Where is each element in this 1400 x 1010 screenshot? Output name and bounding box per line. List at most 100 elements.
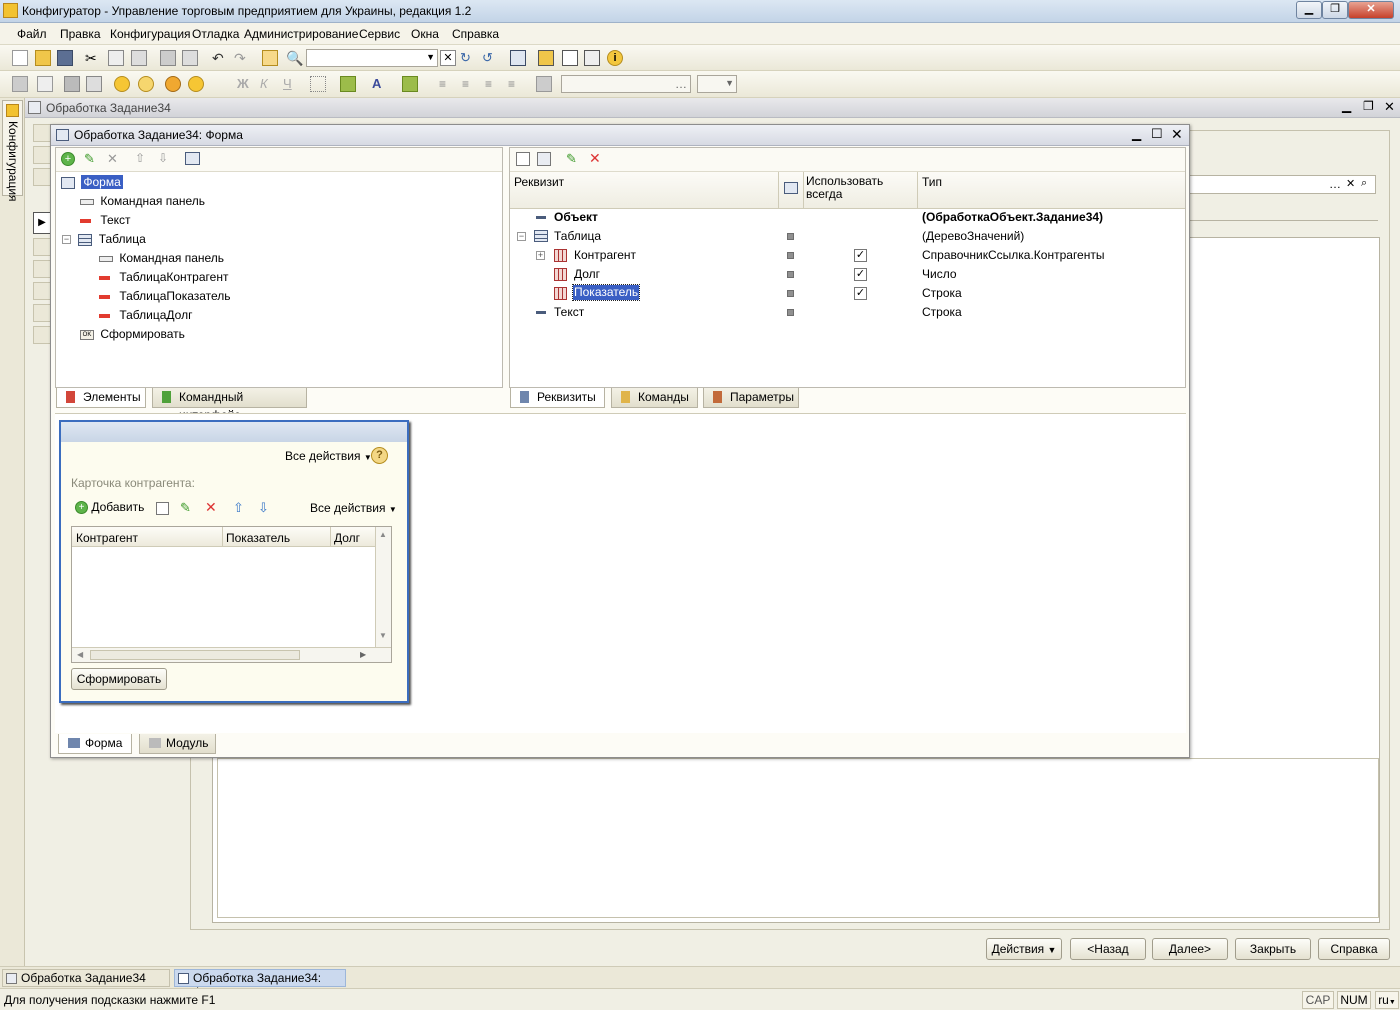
run-debug-icon[interactable]	[114, 76, 130, 92]
copy-row-icon[interactable]	[156, 502, 169, 515]
tree-item-table-command-panel[interactable]: Командная панель	[99, 249, 224, 268]
actions-button[interactable]: Действия ▼	[986, 938, 1062, 960]
back-button[interactable]: <Назад	[1070, 938, 1146, 960]
horizontal-scrollbar[interactable]: ◀ ▶	[72, 647, 391, 662]
menu-configuration[interactable]: Конфигурация	[110, 27, 191, 41]
tab-module[interactable]: Модуль	[139, 734, 216, 754]
minimize-button[interactable]: ▁	[1296, 1, 1322, 19]
attribute-row-text[interactable]: Текст Строка	[536, 303, 1176, 322]
paste-icon[interactable]	[131, 50, 147, 66]
tree-item-table-debt[interactable]: ТаблицаДолг	[99, 306, 192, 325]
delete-icon[interactable]: ✕	[205, 499, 217, 516]
search-icon[interactable]: ⌕	[1361, 177, 1367, 190]
collapsed-tab[interactable]	[33, 124, 51, 142]
tab-command-interface[interactable]: Командный интерфейс	[152, 388, 307, 422]
tab-attributes[interactable]: Реквизиты	[510, 388, 605, 408]
collapsed-tab[interactable]	[33, 146, 51, 164]
col-counterparty[interactable]: Контрагент	[76, 531, 138, 545]
preview-add-button[interactable]: + Добавить	[75, 500, 144, 515]
ellipsis-icon[interactable]: …	[675, 77, 687, 91]
attribute-row-indicator[interactable]: Показатель ✓ Строка	[534, 284, 1176, 303]
cut-icon[interactable]: ✂	[85, 50, 101, 66]
help-button[interactable]: Справка	[1318, 938, 1390, 960]
font-color-icon[interactable]: A	[372, 76, 388, 92]
undo-icon[interactable]: ↶	[212, 50, 228, 66]
close-icon[interactable]: ✕	[1384, 99, 1395, 115]
font-combo[interactable]: …	[561, 75, 691, 93]
background-search-field[interactable]: … ✕ ⌕	[1188, 175, 1376, 194]
tree-item-table[interactable]: − Таблица	[62, 230, 146, 249]
properties-icon[interactable]	[536, 76, 552, 92]
col-indicator[interactable]: Показатель	[226, 531, 290, 545]
grid-icon[interactable]	[12, 76, 28, 92]
tree-item-table-counterparty[interactable]: ТаблицаКонтрагент	[99, 268, 228, 287]
next-button[interactable]: Далее>	[1152, 938, 1228, 960]
language-indicator[interactable]: ru▼	[1375, 991, 1399, 1009]
scroll-thumb[interactable]	[90, 650, 300, 660]
menu-file[interactable]: Файл	[17, 27, 47, 41]
layout-icon[interactable]	[37, 76, 53, 92]
collapsed-tab[interactable]	[33, 238, 51, 256]
chevron-down-icon[interactable]: ▼	[725, 78, 734, 88]
menu-edit[interactable]: Правка	[60, 27, 101, 41]
edit-icon[interactable]: ✎	[180, 500, 191, 516]
save-icon[interactable]	[57, 50, 73, 66]
chevron-down-icon[interactable]: ▼	[426, 52, 435, 62]
collapsed-tab[interactable]	[33, 168, 51, 186]
attribute-row-debt[interactable]: Долг ✓ Число	[534, 265, 1176, 284]
info-icon[interactable]: i	[607, 50, 623, 66]
add-icon[interactable]: +	[61, 152, 75, 166]
close-wizard-button[interactable]: Закрыть	[1235, 938, 1311, 960]
tree-item-table-indicator[interactable]: ТаблицаПоказатель	[99, 287, 231, 306]
close-button[interactable]: ✕	[1348, 1, 1394, 19]
taskbar-item-form[interactable]: Обработка Задание34: Фо...	[174, 969, 346, 999]
table-tool-icon[interactable]	[86, 76, 102, 92]
search-icon[interactable]: 🔍	[286, 50, 303, 66]
move-up-icon[interactable]: ⇧	[233, 500, 244, 516]
tab-parameters[interactable]: Параметры	[703, 388, 799, 408]
collapsed-tab[interactable]	[33, 260, 51, 278]
step-icon[interactable]	[188, 76, 204, 92]
menu-debug[interactable]: Отладка	[192, 27, 239, 41]
bold-icon[interactable]: Ж	[237, 76, 253, 92]
use-always-checkbox[interactable]: ✓	[854, 249, 867, 262]
new-icon[interactable]	[12, 50, 28, 66]
move-down-icon[interactable]: ⇩	[258, 500, 269, 516]
tree-item-command-panel[interactable]: Командная панель	[80, 192, 205, 211]
windows-icon[interactable]	[510, 50, 526, 66]
edit-icon[interactable]: ✎	[84, 151, 95, 167]
expand-icon[interactable]: +	[536, 251, 545, 260]
column-attribute[interactable]: Реквизит	[514, 175, 564, 189]
use-always-checkbox[interactable]: ✓	[854, 287, 867, 300]
tab-elements[interactable]: Элементы	[56, 388, 146, 408]
preview-help-icon[interactable]: ?	[371, 447, 388, 464]
clear-search-icon[interactable]: ✕	[440, 50, 456, 66]
expand-arrow[interactable]: ▶	[33, 212, 51, 234]
help-topic-icon[interactable]	[584, 50, 600, 66]
preview-form-button[interactable]: Сформировать	[71, 668, 167, 690]
delete-icon[interactable]: ✕	[107, 151, 118, 167]
col-debt[interactable]: Долг	[334, 531, 360, 545]
add-attribute-icon[interactable]	[516, 152, 530, 166]
align-left-icon[interactable]: ≡	[439, 76, 455, 92]
open-icon[interactable]	[35, 50, 51, 66]
minimize-icon[interactable]: ▁	[1342, 99, 1351, 113]
find-in-icon[interactable]	[262, 50, 278, 66]
copy-icon[interactable]	[108, 50, 124, 66]
minimize-icon[interactable]: ▁	[1132, 127, 1141, 141]
attribute-row-object[interactable]: Объект (ОбработкаОбъект.Задание34)	[536, 208, 1176, 227]
scroll-down-icon[interactable]: ▼	[379, 631, 387, 640]
tree-item-form[interactable]: Форма	[61, 173, 123, 192]
use-always-checkbox[interactable]: ✓	[854, 268, 867, 281]
preview-icon[interactable]	[182, 50, 198, 66]
redo-icon[interactable]: ↷	[234, 50, 250, 66]
menu-windows[interactable]: Окна	[411, 27, 439, 41]
edit-icon[interactable]: ✎	[566, 151, 577, 167]
db-icon[interactable]	[64, 76, 80, 92]
find-next-icon[interactable]: ↻	[460, 50, 476, 66]
attribute-row-counterparty[interactable]: + Контрагент ✓ СправочникСсылка.Контраге…	[534, 246, 1176, 265]
justify-icon[interactable]: ≡	[508, 76, 524, 92]
table-all-actions[interactable]: Все действия ▼	[310, 501, 397, 515]
collapse-icon[interactable]: −	[517, 232, 526, 241]
collapsed-tab[interactable]	[33, 326, 51, 344]
